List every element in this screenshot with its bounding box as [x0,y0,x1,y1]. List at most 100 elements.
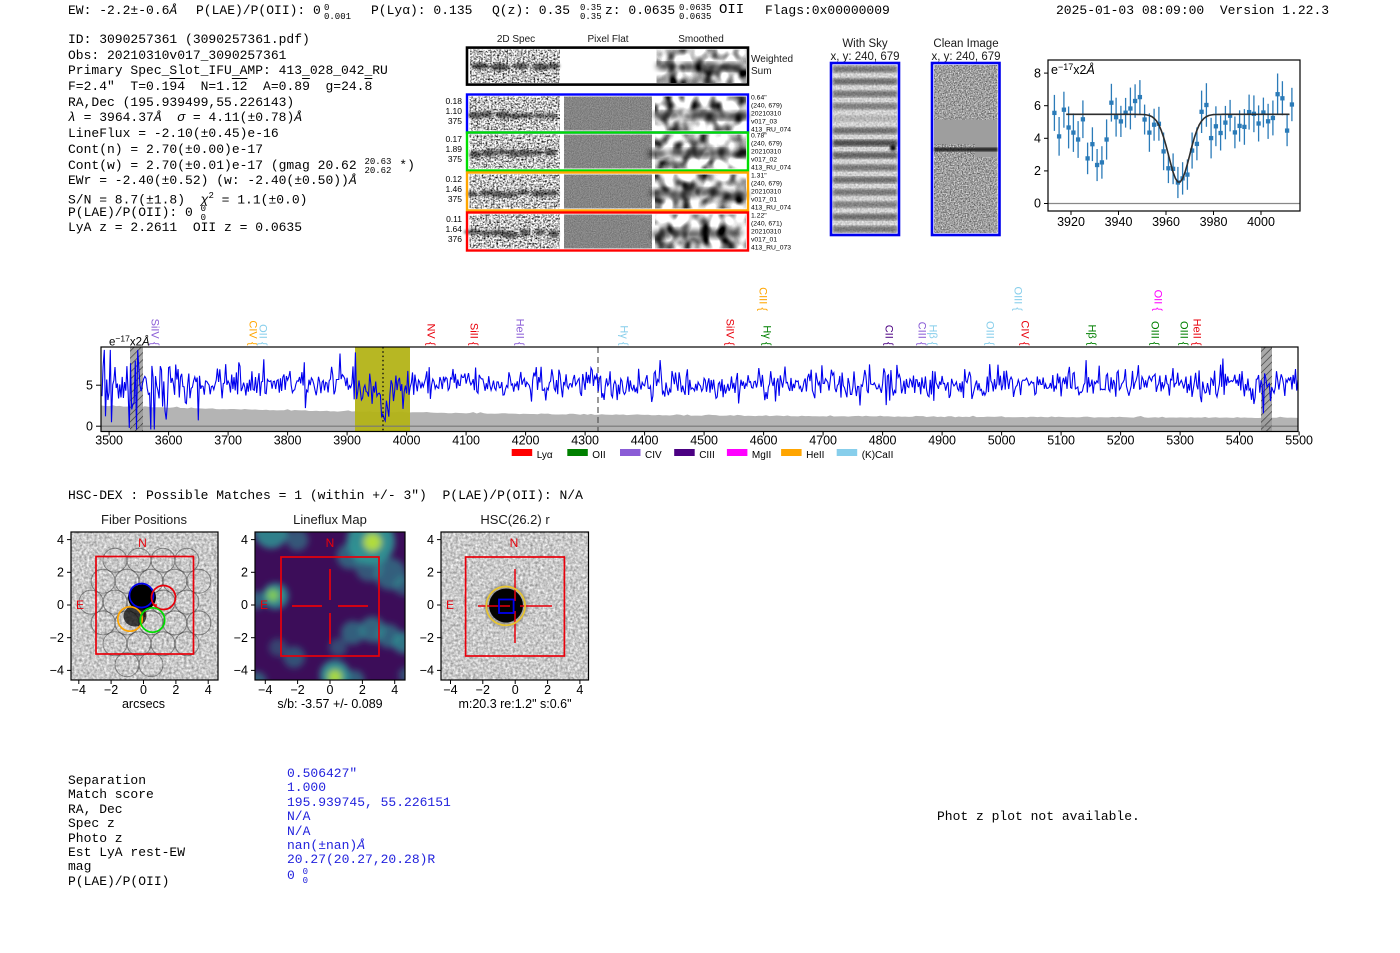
svg-text:4200: 4200 [512,434,540,448]
svg-text:Hβ {: Hβ { [927,324,939,345]
svg-text:6: 6 [1034,99,1041,113]
svg-text:With Sky: With Sky [842,38,888,50]
svg-text:(240, 679): (240, 679) [751,181,782,188]
svg-text:375: 375 [448,194,462,204]
svg-text:20210310: 20210310 [751,229,781,236]
svg-text:(K)CaII: (K)CaII [862,450,894,461]
svg-text:1.10: 1.10 [445,106,462,116]
svg-text:OII {: OII { [257,324,269,346]
svg-text:N: N [138,536,147,550]
svg-text:5400: 5400 [1226,434,1254,448]
svg-text:4300: 4300 [571,434,599,448]
svg-text:1.64: 1.64 [445,224,462,234]
svg-text:5500: 5500 [1285,434,1313,448]
svg-text:3940: 3940 [1105,215,1133,229]
svg-text:Hγ {: Hγ { [761,325,773,346]
svg-text:0.17: 0.17 [445,134,462,144]
svg-text:0: 0 [86,420,93,434]
svg-text:0: 0 [241,598,248,612]
svg-text:OII {: OII { [1152,290,1164,312]
svg-text:OIII {: OIII { [1012,287,1024,312]
svg-text:3800: 3800 [274,434,302,448]
svg-text:Sum: Sum [751,66,772,77]
svg-text:4100: 4100 [452,434,480,448]
svg-text:E: E [446,598,454,612]
svg-text:Clean Image: Clean Image [933,38,998,50]
svg-text:Lyα: Lyα [537,450,553,461]
svg-text:MgII: MgII [752,450,771,461]
svg-text:−2: −2 [476,683,490,697]
svg-text:v017_01: v017_01 [751,237,777,244]
svg-text:2: 2 [359,683,366,697]
svg-text:4800: 4800 [869,434,897,448]
svg-text:2: 2 [172,683,179,697]
svg-text:Hβ {: Hβ { [1086,324,1098,345]
svg-text:0: 0 [140,683,147,697]
svg-text:v017_03: v017_03 [751,119,777,126]
svg-text:2: 2 [544,683,551,697]
svg-text:CII {: CII { [883,325,895,346]
svg-text:4: 4 [391,683,398,697]
svg-text:v017_01: v017_01 [751,197,777,204]
svg-text:20210310: 20210310 [751,111,781,118]
svg-text:4: 4 [1034,132,1041,146]
svg-text:4700: 4700 [809,434,837,448]
svg-text:−4: −4 [420,664,434,678]
svg-text:4500: 4500 [690,434,718,448]
svg-text:−2: −2 [420,631,434,645]
svg-text:4000: 4000 [393,434,421,448]
svg-text:20210310: 20210310 [751,149,781,156]
svg-text:4900: 4900 [928,434,956,448]
svg-text:3600: 3600 [155,434,183,448]
svg-text:x, y: 240, 679: x, y: 240, 679 [830,51,899,63]
svg-text:Smoothed: Smoothed [678,34,724,45]
svg-text:5200: 5200 [1107,434,1135,448]
svg-text:4: 4 [576,683,583,697]
svg-text:375: 375 [448,116,462,126]
svg-text:1.89: 1.89 [445,144,462,154]
svg-text:20210310: 20210310 [751,189,781,196]
svg-text:413_RU_074: 413_RU_074 [751,165,791,172]
svg-text:0: 0 [1034,197,1041,211]
svg-text:2D Spec: 2D Spec [497,34,535,45]
svg-text:413_RU_074: 413_RU_074 [751,205,791,212]
svg-text:CIII {: CIII { [916,322,928,346]
svg-text:0.12: 0.12 [445,174,462,184]
svg-text:Weighted: Weighted [751,54,793,65]
svg-text:OIII {: OIII { [1149,321,1161,346]
svg-text:4600: 4600 [750,434,778,448]
svg-text:5000: 5000 [988,434,1016,448]
svg-text:CIII: CIII [699,450,715,461]
svg-text:3900: 3900 [333,434,361,448]
svg-text:HSC(26.2) r: HSC(26.2) r [480,512,550,527]
svg-text:376: 376 [448,234,462,244]
svg-text:OII: OII [592,450,605,461]
svg-text:SiIV {: SiIV { [149,319,161,346]
svg-text:arcsecs: arcsecs [122,697,165,711]
svg-text:−2: −2 [104,683,118,697]
svg-text:4400: 4400 [631,434,659,448]
svg-text:2: 2 [57,566,64,580]
svg-text:(240, 679): (240, 679) [751,141,782,148]
svg-text:2: 2 [241,566,248,580]
svg-text:2: 2 [427,566,434,580]
svg-text:3980: 3980 [1200,215,1228,229]
svg-text:OIII {: OIII { [1178,321,1190,346]
svg-text:0.11: 0.11 [446,214,462,224]
svg-text:0: 0 [427,598,434,612]
svg-text:e−17x2Å: e−17x2Å [1051,62,1095,77]
svg-text:CIV: CIV [645,450,662,461]
svg-text:E: E [260,598,268,612]
svg-text:4: 4 [205,683,212,697]
svg-text:N: N [326,536,335,550]
svg-text:Hγ {: Hγ { [618,325,630,346]
svg-text:5: 5 [86,379,93,393]
svg-text:−4: −4 [72,683,86,697]
svg-text:v017_02: v017_02 [751,157,777,164]
svg-text:HeII: HeII [806,450,824,461]
svg-text:e−17x2Å: e−17x2Å [109,334,150,349]
svg-text:HeII {: HeII { [1191,319,1203,346]
svg-text:0: 0 [57,598,64,612]
svg-text:8: 8 [1034,66,1041,80]
svg-text:Lineflux Map: Lineflux Map [293,512,367,527]
